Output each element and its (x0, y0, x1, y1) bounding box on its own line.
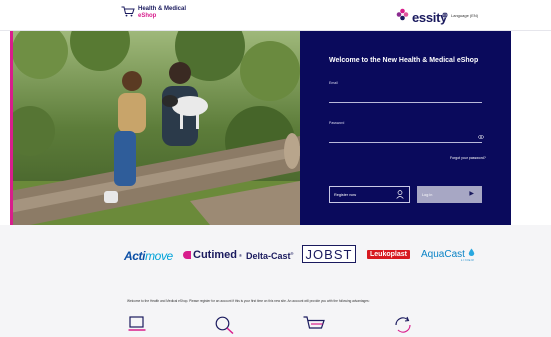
laptop-icon (128, 316, 146, 337)
login-label: Log in (422, 192, 433, 197)
register-button[interactable]: Register now (329, 186, 410, 203)
shop-logo-line2: eShop (138, 13, 157, 19)
cutimed-text: Cutimed (193, 249, 237, 261)
email-field[interactable] (329, 93, 482, 103)
aquacast-text: AquaCast (421, 249, 465, 260)
hero-section: Welcome to the New Health & Medical eSho… (0, 31, 551, 225)
cutimed-reg: ® (239, 252, 242, 258)
top-header: Health & Medical eShop essity Language (… (0, 0, 551, 31)
user-icon (396, 190, 404, 200)
email-label: Email (329, 81, 338, 85)
refresh-icon (393, 316, 413, 337)
deltacast-text: Delta-Cast (246, 251, 291, 261)
arrow-right-icon: ▶ (469, 191, 474, 197)
actimove-part1: Acti (124, 249, 146, 263)
essity-flower-icon (396, 8, 409, 26)
cart-icon (303, 316, 325, 337)
brand-logo-jobst[interactable]: JOBST (302, 245, 356, 263)
shop-logo-line1: Health & Medical (138, 6, 187, 12)
register-label: Register now (334, 192, 357, 197)
jobst-text: JOBST (305, 246, 353, 262)
forgot-password-link[interactable]: Forgot your password? (450, 156, 486, 160)
password-label: Password (329, 121, 345, 125)
login-button[interactable]: Log in ▶ (417, 186, 482, 203)
language-label: Language (EN) (451, 13, 479, 18)
deltacast-reg: ® (290, 251, 294, 256)
login-panel: Welcome to the New Health & Medical eSho… (300, 31, 511, 225)
globe-icon (442, 12, 448, 19)
language-selector[interactable]: Language (EN) (442, 12, 478, 19)
brand-logo-leukoplast[interactable]: Leukoplast (367, 250, 410, 259)
show-password-icon[interactable] (478, 135, 484, 140)
brand-logo-deltacast[interactable]: Delta-Cast® (246, 251, 293, 261)
cutimed-mark-icon (183, 251, 191, 259)
shop-logo[interactable]: Health & Medical eShop (121, 6, 186, 20)
actimove-part2: move (145, 249, 173, 263)
login-title: Welcome to the New Health & Medical eSho… (329, 57, 479, 64)
brand-logo-aquacast[interactable]: AquaCast LINER (421, 248, 475, 262)
essity-logo[interactable]: essity (396, 8, 447, 26)
hero-accent-bar (10, 31, 13, 225)
intro-text: Welcome to the Health and Medical eShop.… (127, 299, 370, 303)
brands-section: Actimove Cutimed ® Delta-Cast® JOBST Leuk… (0, 225, 551, 337)
password-field[interactable] (329, 133, 482, 143)
brand-logo-cutimed[interactable]: Cutimed ® (183, 249, 242, 261)
brand-logo-actimove[interactable]: Actimove (124, 249, 173, 263)
cart-icon (121, 6, 135, 17)
leukoplast-text: Leukoplast (370, 251, 407, 258)
hero-photo (10, 31, 300, 225)
shop-logo-text: Health & Medical eShop (138, 6, 186, 20)
search-icon (215, 316, 235, 337)
